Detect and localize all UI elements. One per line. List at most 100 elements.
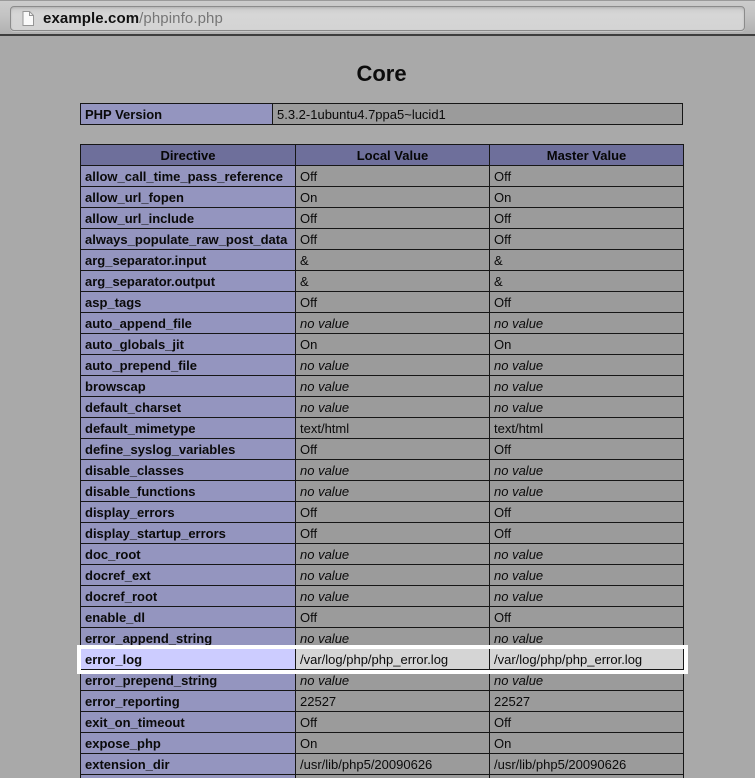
url-text: example.com/phpinfo.php [43,10,223,27]
directive-name-cell: allow_url_include [80,207,296,229]
table-row: error_log/var/log/php/php_error.log/var/… [76,644,688,674]
master-value-cell: Off [489,165,684,187]
master-value-cell: Off [489,438,684,460]
local-value-cell: Off [295,291,490,313]
local-value-cell: On [295,333,490,355]
master-value-cell: Off [489,606,684,628]
master-value-cell: no value [489,669,684,691]
php-version-label: PHP Version [80,103,273,125]
table-row: error_prepend_string no value no value [80,669,684,691]
table-row: expose_php On On [80,732,684,754]
local-value-cell: no value [295,564,490,586]
master-value-cell: no value [489,375,684,397]
master-value-cell: On [489,333,684,355]
php-version-value: 5.3.2-1ubuntu4.7ppa5~lucid1 [272,103,683,125]
directive-name-cell: docref_root [80,585,296,607]
local-value-cell: text/html [295,417,490,439]
table-row: docref_ext no value no value [80,564,684,586]
table-row-partial [80,774,684,778]
local-value-cell: no value [295,627,490,649]
table-row: default_charset no value no value [80,396,684,418]
table-row: display_errors Off Off [80,501,684,523]
master-value-cell: Off [489,711,684,733]
directive-name-cell: doc_root [80,543,296,565]
directive-name-cell: arg_separator.output [80,270,296,292]
col-header-local-value: Local Value [295,144,490,166]
address-bar[interactable]: example.com/phpinfo.php [10,6,745,31]
table-row: auto_append_file no value no value [80,312,684,334]
master-value-cell: /var/log/php/php_error.log [489,648,684,670]
url-host: example.com [43,10,140,27]
master-value-cell: text/html [489,417,684,439]
master-value-cell: no value [489,459,684,481]
local-value-cell: /var/log/php/php_error.log [295,648,490,670]
local-value-cell: no value [295,396,490,418]
table-row: browscap no value no value [80,375,684,397]
table-row: error_append_string no value no value [80,627,684,649]
local-value-cell: no value [295,459,490,481]
col-header-master-value: Master Value [489,144,684,166]
master-value-cell: no value [489,627,684,649]
directive-name-cell: extension_dir [80,753,296,775]
local-value-cell: Off [295,606,490,628]
local-value-cell: 22527 [295,690,490,712]
local-value-cell: On [295,732,490,754]
local-value-cell: Off [295,711,490,733]
local-value-cell: no value [295,375,490,397]
master-value-cell: 22527 [489,690,684,712]
local-value-cell: Off [295,165,490,187]
master-value-cell: /usr/lib/php5/20090626 [489,753,684,775]
directive-name-cell: default_mimetype [80,417,296,439]
directive-name-cell: auto_append_file [80,312,296,334]
table-row: disable_functions no value no value [80,480,684,502]
local-value-cell: Off [295,501,490,523]
master-value-cell: no value [489,564,684,586]
table-header-row: Directive Local Value Master Value [80,144,684,166]
local-value-cell: Off [295,207,490,229]
directive-name-cell: display_errors [80,501,296,523]
table-row: error_reporting 22527 22527 [80,690,684,712]
master-value-cell: no value [489,354,684,376]
directive-name-cell: allow_url_fopen [80,186,296,208]
directive-name-cell: asp_tags [80,291,296,313]
clipped-cell [489,774,684,778]
master-value-cell: On [489,186,684,208]
col-header-directive: Directive [80,144,296,166]
local-value-cell: no value [295,312,490,334]
master-value-cell: Off [489,501,684,523]
master-value-cell: Off [489,522,684,544]
directive-name-cell: error_reporting [80,690,296,712]
directive-name-cell: allow_call_time_pass_reference [80,165,296,187]
local-value-cell: no value [295,480,490,502]
master-value-cell: Off [489,228,684,250]
master-value-cell: no value [489,480,684,502]
local-value-cell: & [295,249,490,271]
local-value-cell: Off [295,438,490,460]
phpinfo-page: Core PHP Version 5.3.2-1ubuntu4.7ppa5~lu… [0,36,755,778]
master-value-cell: Off [489,207,684,229]
directive-name-cell: disable_functions [80,480,296,502]
page-icon [22,11,34,26]
table-row: extension_dir/usr/lib/php5/20090626/usr/… [80,753,684,775]
local-value-cell: no value [295,669,490,691]
directive-name-cell: error_append_string [80,627,296,649]
master-value-cell: no value [489,396,684,418]
table-row: always_populate_raw_post_data Off Off [80,228,684,250]
directive-name-cell: arg_separator.input [80,249,296,271]
table-row: exit_on_timeout Off Off [80,711,684,733]
table-row: define_syslog_variables Off Off [80,438,684,460]
directive-name-cell: auto_prepend_file [80,354,296,376]
master-value-cell: no value [489,585,684,607]
directives-table: Directive Local Value Master Value allow… [76,144,688,778]
table-row: doc_root no value no value [80,543,684,565]
table-row: auto_prepend_file no value no value [80,354,684,376]
local-value-cell: Off [295,228,490,250]
table-row: auto_globals_jit On On [80,333,684,355]
directive-name-cell: disable_classes [80,459,296,481]
master-value-cell: Off [489,291,684,313]
local-value-cell: no value [295,543,490,565]
master-value-cell: & [489,270,684,292]
directive-name-cell: exit_on_timeout [80,711,296,733]
local-value-cell: /usr/lib/php5/20090626 [295,753,490,775]
directive-name-cell: auto_globals_jit [80,333,296,355]
